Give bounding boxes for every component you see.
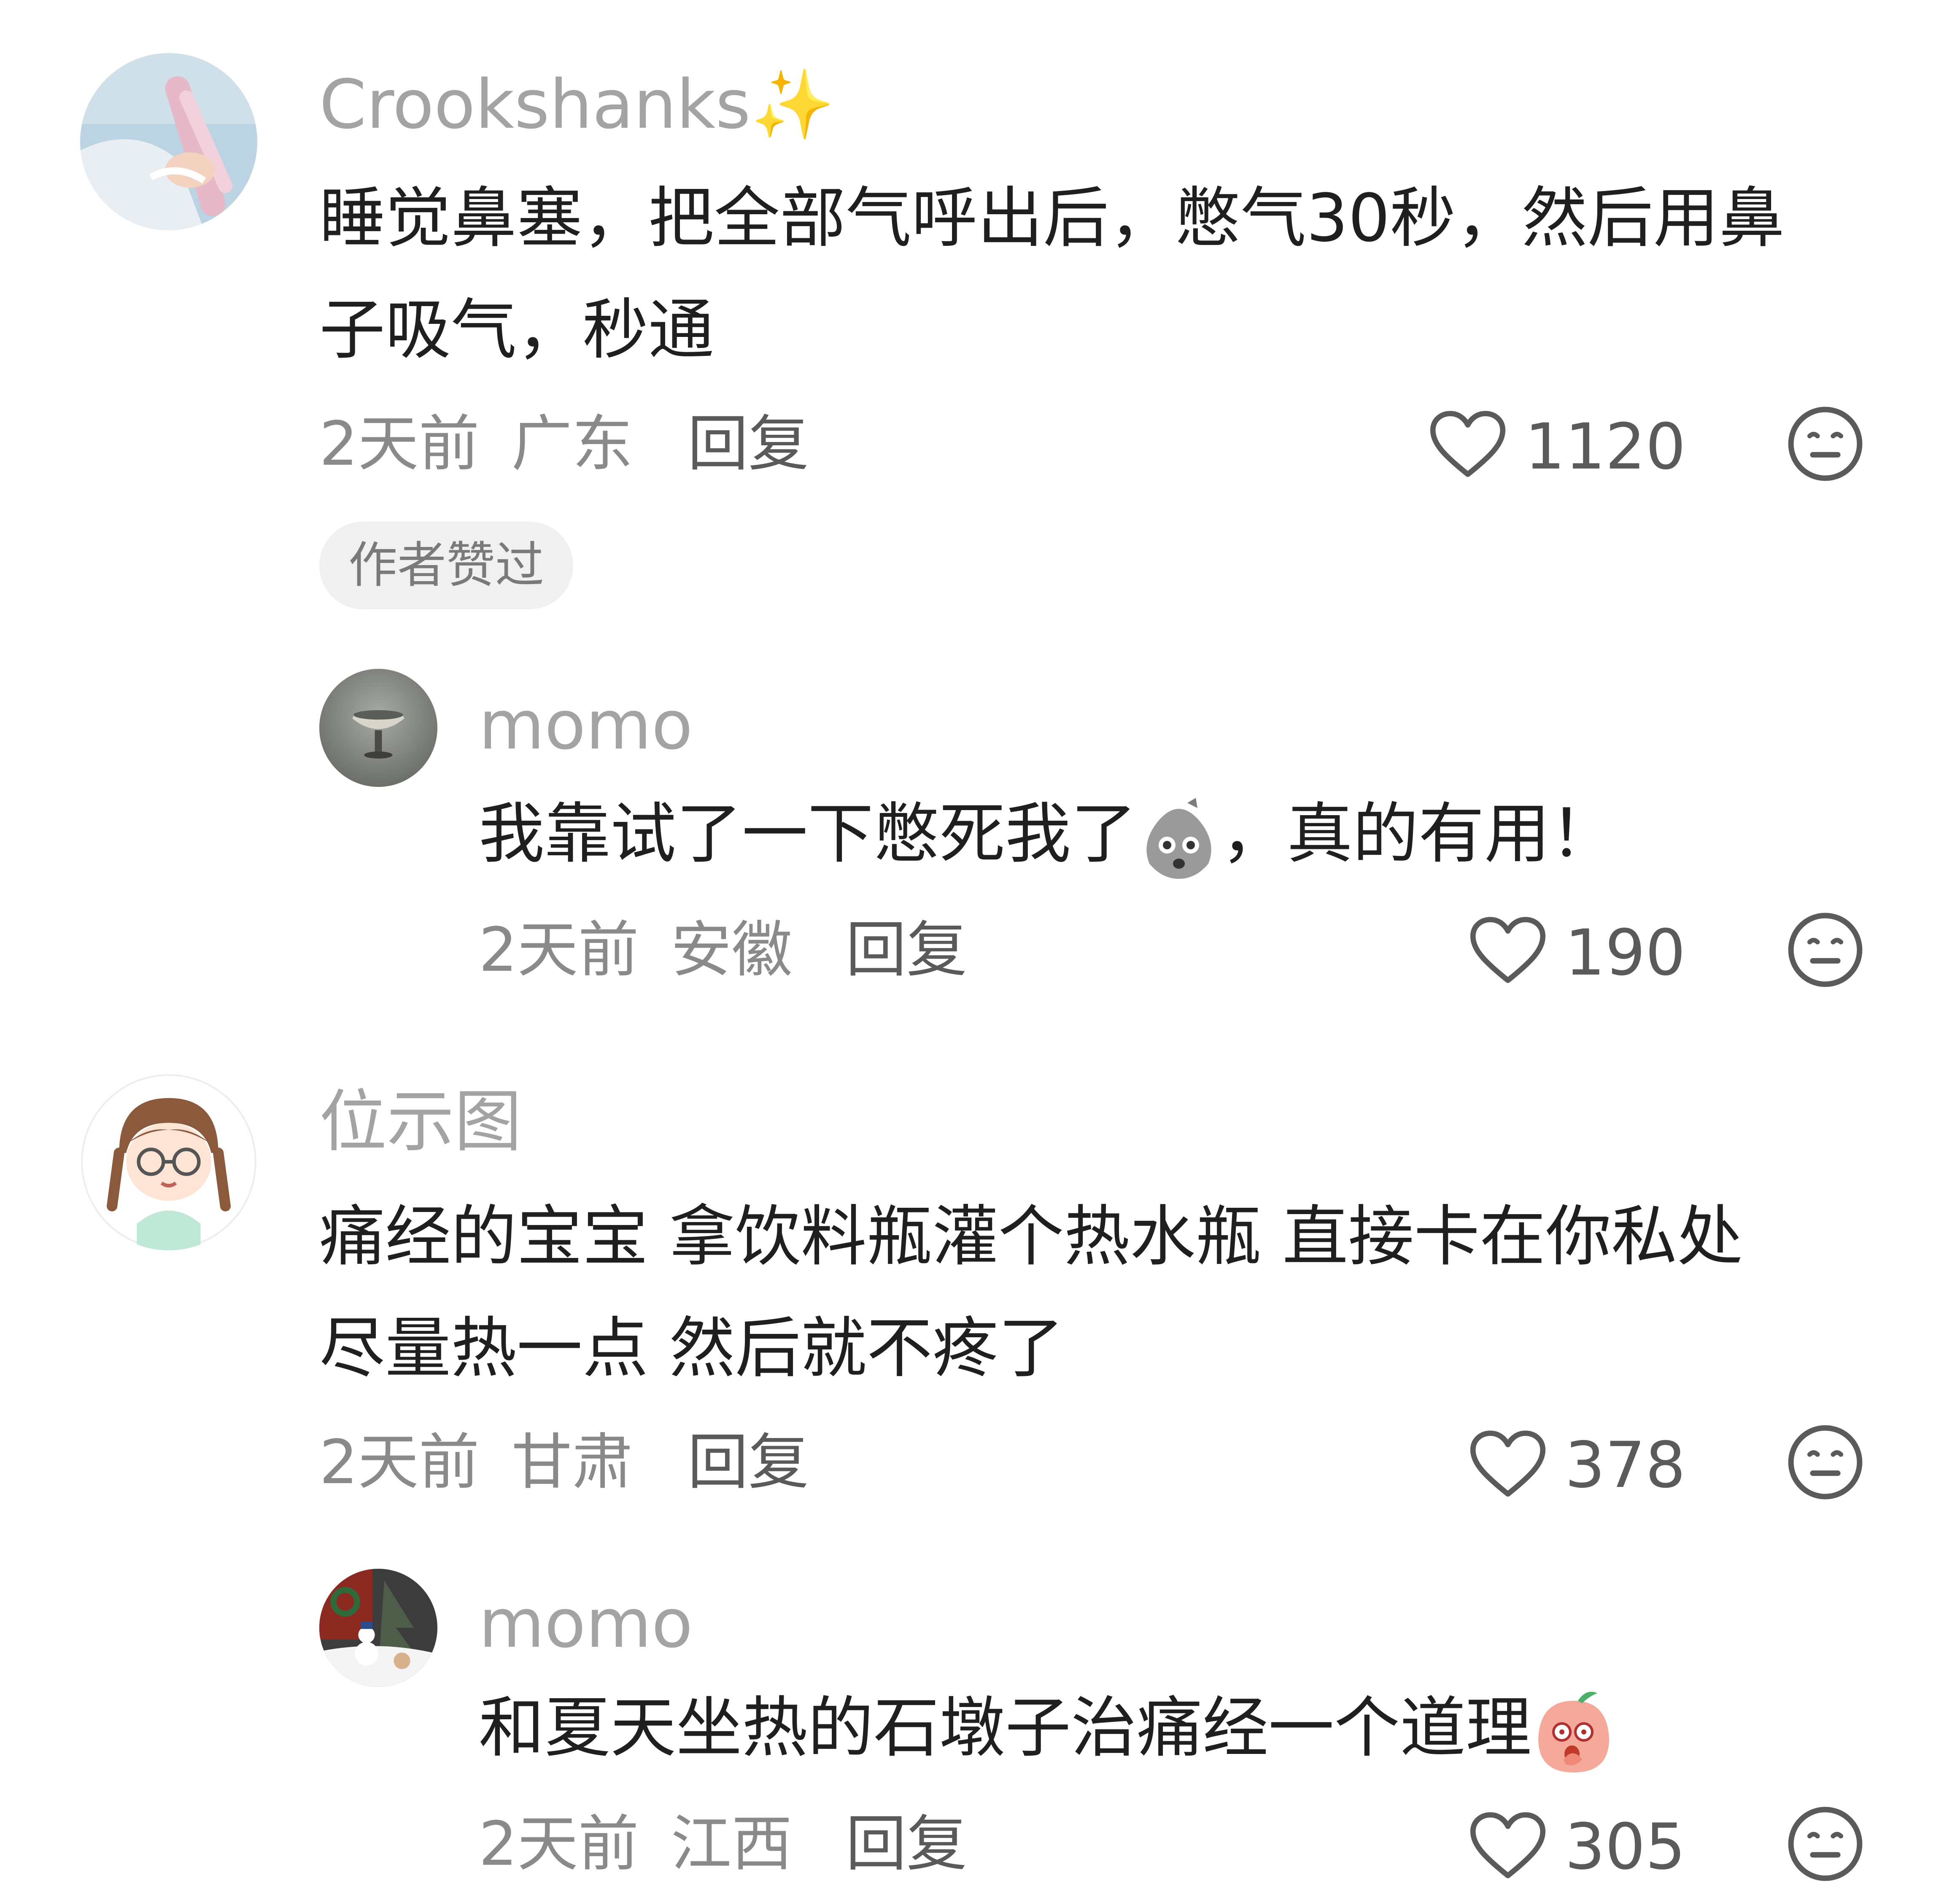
timestamp: 2天前 <box>479 1808 639 1879</box>
like-count: 305 <box>1565 1810 1686 1884</box>
comment-text-segment: 和夏天坐热的石墩子治痛经一个道理 <box>479 1689 1532 1766</box>
meh-face-icon[interactable] <box>1786 1805 1864 1883</box>
user-avatar[interactable] <box>319 1569 437 1687</box>
reply-button[interactable]: 回复 <box>846 1813 967 1874</box>
comment-text: 和夏天坐热的石墩子治痛经一个道理 <box>479 1672 1892 1784</box>
location: 江西 <box>671 1808 793 1879</box>
reply-item: momo 和夏天坐热的石墩子治痛经一个道理 2天前 江西 回复 305 <box>0 0 1936 1904</box>
heart-outline-icon[interactable] <box>1470 1811 1546 1881</box>
username[interactable]: momo <box>479 1590 693 1657</box>
photo-snowman-avatar-icon <box>319 1569 437 1687</box>
peach-blush-emoji-icon <box>1532 1688 1616 1777</box>
comment-meta: 2天前 江西 <box>479 1813 792 1874</box>
